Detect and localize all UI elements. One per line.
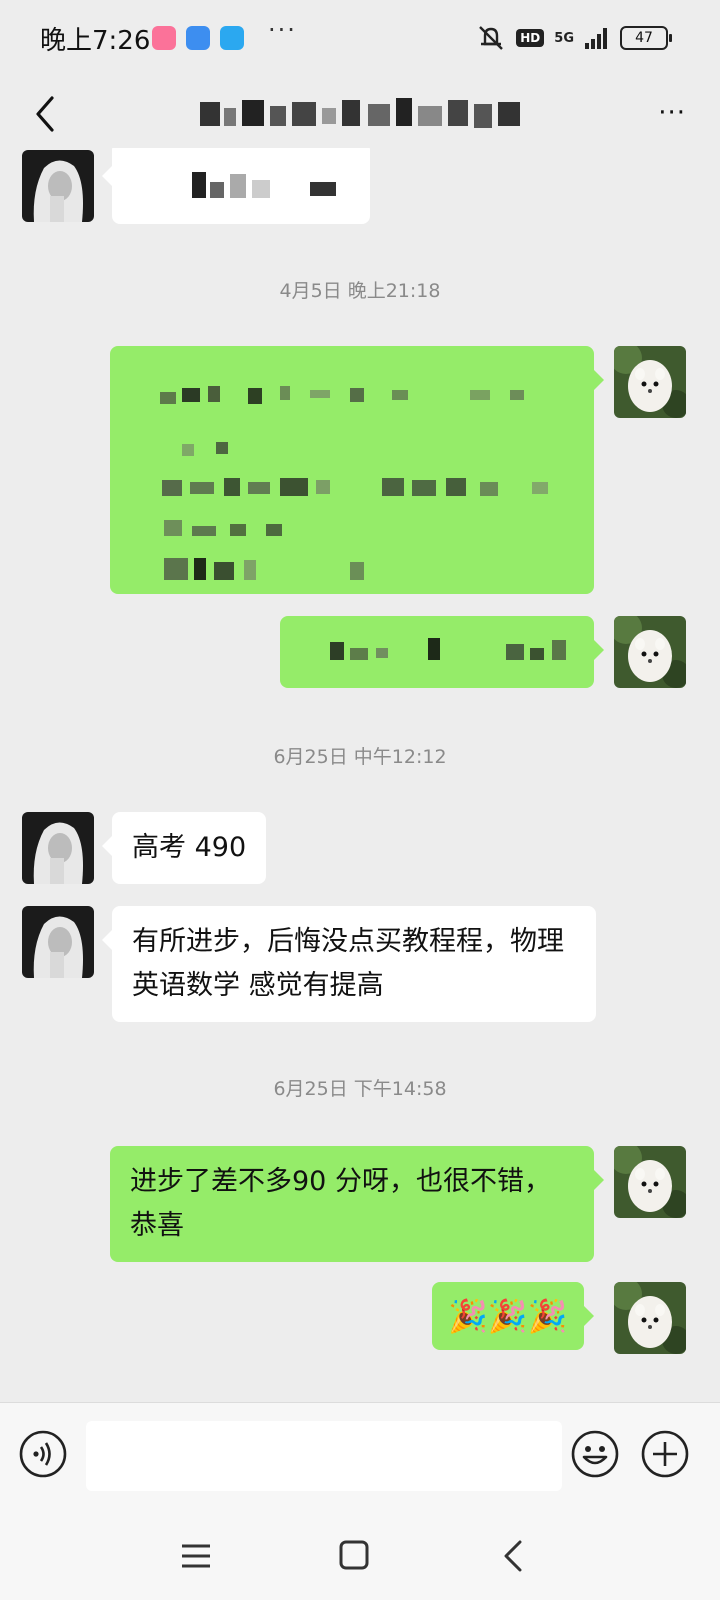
- chat-more-button[interactable]: ···: [658, 98, 686, 128]
- network-label: 5G: [554, 30, 574, 46]
- my-avatar[interactable]: [614, 1282, 686, 1354]
- message-bubble-redacted[interactable]: [102, 148, 370, 224]
- message-timestamp: 4月5日 晚上21:18: [279, 280, 441, 302]
- contact-avatar[interactable]: [22, 906, 94, 978]
- my-avatar[interactable]: [614, 616, 686, 688]
- message-bubble[interactable]: 高考 490: [101, 812, 267, 884]
- message-bubble-redacted[interactable]: [110, 346, 604, 594]
- battery-indicator: 47: [620, 26, 672, 50]
- message-bubble[interactable]: 有所进步，后悔没点买教程程，物理英语数学 感觉有提高: [102, 906, 596, 1022]
- back-icon[interactable]: [494, 1538, 534, 1574]
- plus-icon[interactable]: [640, 1429, 690, 1479]
- input-bar: [0, 1402, 720, 1513]
- mute-icon: [479, 26, 504, 50]
- status-bar: 晚上7:26 ··· HD 5G 47: [0, 0, 720, 78]
- chevron-left-icon[interactable]: [28, 92, 68, 136]
- message-bubble-redacted[interactable]: [280, 616, 604, 688]
- home-icon[interactable]: [334, 1538, 374, 1574]
- message-timestamp: 6月25日 下午14:58: [273, 1078, 447, 1100]
- my-avatar[interactable]: [614, 346, 686, 418]
- menu-icon[interactable]: [176, 1538, 216, 1574]
- chat-header: ···: [0, 78, 720, 148]
- my-avatar[interactable]: [614, 1146, 686, 1218]
- redacted-content: [192, 172, 336, 198]
- system-navigation-bar: [0, 1512, 720, 1600]
- contact-avatar[interactable]: [22, 150, 94, 222]
- bilibili-icon: [152, 26, 176, 50]
- hd-badge: HD: [516, 29, 545, 47]
- status-time: 晚上7:26: [40, 26, 151, 56]
- message-bubble[interactable]: 进步了差不多90 分呀，也很不错，恭喜: [110, 1146, 604, 1262]
- emoji-icon[interactable]: [570, 1429, 620, 1479]
- browser-icon: [186, 26, 210, 50]
- contact-avatar[interactable]: [22, 812, 94, 884]
- signal-icon: [585, 28, 607, 49]
- message-bubble-emoji[interactable]: 🎉🎉🎉: [432, 1282, 594, 1350]
- status-more-icon: ···: [268, 16, 297, 44]
- redacted-content: [160, 386, 548, 580]
- chat-title-redacted: [200, 98, 520, 128]
- message-list[interactable]: 4月5日 晚上21:18 6月25日 中午12:12 高考 490 有所进步，后…: [0, 148, 720, 1402]
- message-timestamp: 6月25日 中午12:12: [273, 746, 447, 768]
- voice-icon[interactable]: [18, 1429, 68, 1479]
- redacted-content: [330, 638, 566, 660]
- app-icon: [220, 26, 244, 50]
- status-indicators: HD 5G 47: [476, 24, 672, 52]
- message-input[interactable]: [86, 1421, 562, 1491]
